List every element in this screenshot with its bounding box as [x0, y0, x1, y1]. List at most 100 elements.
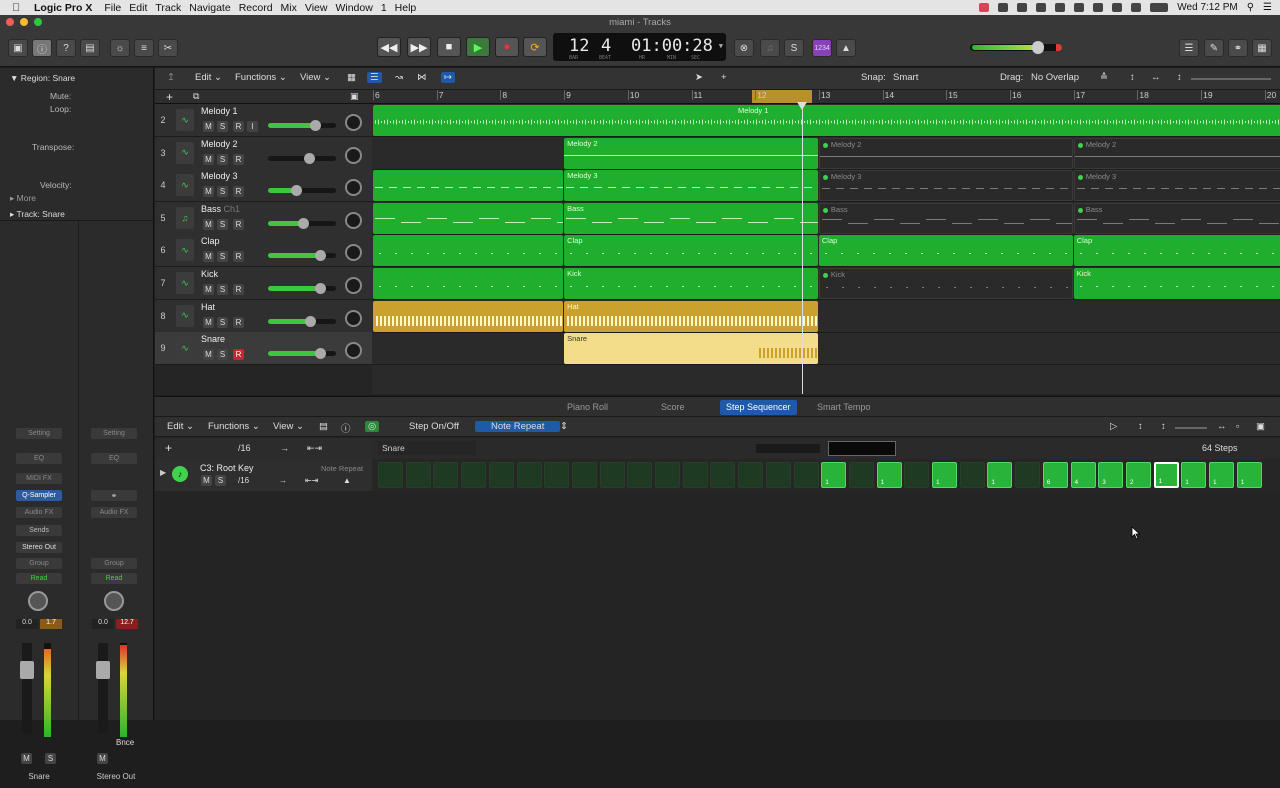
step-cell[interactable]	[433, 462, 459, 488]
track-volume-slider[interactable]	[268, 315, 336, 327]
menu-view[interactable]: View	[305, 2, 328, 14]
step-cell[interactable]: 1	[876, 462, 902, 488]
track-pan-knob[interactable]	[345, 114, 362, 131]
step-cell[interactable]	[405, 462, 431, 488]
lcd-display[interactable]: 12 4 01:00:28 BAR BEAT HR MIN SEC ▼	[553, 33, 726, 61]
row-mute-button[interactable]: M	[201, 475, 212, 486]
track-mute-button[interactable]: M	[203, 186, 214, 198]
region-melody2[interactable]: Melody 2	[818, 137, 1073, 169]
track-mute-button[interactable]: M	[203, 121, 214, 132]
track-pan-knob[interactable]	[345, 211, 362, 229]
step-cell[interactable]	[655, 462, 680, 488]
track-name[interactable]: Melody 2	[201, 139, 238, 149]
pattern-resolution[interactable]: /16	[238, 443, 251, 453]
region-melody1[interactable]: Melody 1	[373, 105, 1280, 136]
notification-center-icon[interactable]: ☰	[1263, 2, 1272, 13]
region-bass[interactable]: Bass	[564, 202, 818, 234]
mixer-icon[interactable]: ≡	[134, 39, 154, 57]
record-icon[interactable]: ●	[495, 37, 519, 57]
region-header[interactable]: ▼ Region: Snare	[10, 73, 75, 83]
track-record-button[interactable]: R	[233, 316, 244, 328]
step-cell[interactable]	[904, 462, 930, 488]
strip1-group-slot[interactable]: Group	[16, 558, 62, 569]
track-mute-button[interactable]: M	[203, 284, 214, 295]
step-onoff-mode[interactable]: Step On/Off	[401, 421, 467, 432]
bluetooth-icon[interactable]	[1074, 3, 1085, 12]
tab-smart-tempo[interactable]: Smart Tempo	[811, 400, 876, 415]
quick-help-icon[interactable]: ?	[56, 39, 76, 57]
menubar-clock[interactable]: Wed 7:12 PM	[1177, 2, 1237, 13]
pointer-tool-icon[interactable]: ➤	[695, 72, 703, 83]
flex-icon[interactable]: ⋈	[417, 72, 427, 83]
track-pan-knob[interactable]	[345, 342, 362, 360]
track-name[interactable]: Melody 3	[201, 171, 238, 181]
solo-icon[interactable]: S	[784, 39, 804, 57]
region[interactable]	[373, 170, 564, 202]
drag-select[interactable]: No Overlap	[1031, 72, 1079, 83]
row-disclosure-icon[interactable]: ▶	[160, 468, 166, 477]
step-cell[interactable]: 1	[932, 462, 957, 488]
fast-forward-icon[interactable]: ▶▶	[407, 37, 431, 57]
track-lane[interactable]: Bass Bass Bass	[372, 202, 1280, 235]
global-tracks-icon[interactable]: ▣	[350, 91, 359, 102]
step-cell[interactable]: 1	[1153, 462, 1179, 488]
stop-icon[interactable]: ■	[437, 37, 461, 57]
track-volume-slider[interactable]	[268, 152, 336, 164]
track-pan-knob[interactable]	[345, 179, 362, 197]
edit-mode-stepper-icon[interactable]: ⇕	[560, 421, 568, 432]
region-bass[interactable]: Bass	[818, 202, 1073, 234]
step-cell[interactable]	[1015, 462, 1041, 488]
strip2-mute-button[interactable]: M	[97, 753, 108, 764]
list-view-icon[interactable]: ☰	[367, 72, 382, 83]
step-cell[interactable]	[682, 462, 708, 488]
track-record-button[interactable]: R	[233, 218, 244, 230]
volume-icon[interactable]	[1131, 3, 1142, 12]
add-track-button[interactable]: +	[166, 90, 173, 104]
step-cell[interactable]: 6	[1042, 462, 1068, 488]
tracks-edit-menu[interactable]: Edit ⌄	[195, 72, 222, 83]
track-pan-knob[interactable]	[345, 277, 362, 294]
step-cell[interactable]	[793, 462, 819, 488]
region-melody2[interactable]: Melody 2	[564, 137, 818, 169]
editor-view-menu[interactable]: View ⌄	[273, 421, 304, 432]
status-dropbox-icon[interactable]	[1036, 3, 1047, 12]
track-record-button[interactable]: R	[233, 284, 244, 295]
strip2-eq-button[interactable]: EQ	[91, 453, 137, 464]
pencil-tool-icon[interactable]: +	[721, 72, 727, 83]
smart-controls-icon[interactable]: ☼	[110, 39, 130, 57]
replace-icon[interactable]: ⊗	[734, 39, 754, 57]
count-in-badge[interactable]: 1234	[812, 39, 832, 57]
master-volume-slider[interactable]	[970, 41, 1062, 54]
automation-icon[interactable]: ↝	[395, 72, 403, 83]
strip2-link-icon[interactable]: ⚭	[91, 490, 137, 501]
playhead[interactable]	[802, 104, 803, 394]
track-name[interactable]: Bass Ch1	[201, 204, 240, 214]
horizontal-zoom-fit-icon[interactable]: ↔	[1151, 72, 1161, 83]
tuner-icon[interactable]: ♫	[760, 39, 780, 57]
strip2-pan-knob[interactable]	[104, 591, 124, 611]
bar-ruler[interactable]: 6 7 8 9 10 11 12 13 14 15 16 17 18 19 20	[372, 90, 1280, 104]
strip1-eq-button[interactable]: EQ	[16, 453, 62, 464]
track-name[interactable]: Clap	[201, 236, 220, 246]
step-cell[interactable]	[765, 462, 791, 488]
region-hat[interactable]: Hat	[564, 300, 818, 332]
region[interactable]	[373, 235, 564, 267]
strip2-audio-fx-button[interactable]: Audio FX	[91, 507, 137, 518]
editor-functions-menu[interactable]: Functions ⌄	[208, 421, 260, 432]
strip1-sends-button[interactable]: Sends	[16, 525, 62, 536]
vertical-zoom-fit-icon[interactable]: ↕	[1130, 72, 1135, 83]
region-kick[interactable]: Kick	[818, 268, 1073, 299]
note-repeat-mode[interactable]: Note Repeat	[475, 421, 561, 432]
vertical-zoom-icon[interactable]: ↕	[1177, 72, 1182, 83]
editor-zoom-slider[interactable]	[1175, 427, 1207, 429]
strip1-mute-button[interactable]: M	[21, 753, 32, 764]
track-solo-button[interactable]: S	[217, 316, 228, 328]
strip1-audio-fx-button[interactable]: Audio FX	[16, 507, 62, 518]
row-on-icon[interactable]: ♪	[172, 466, 188, 482]
row-learn-icon[interactable]: ▲	[343, 476, 351, 485]
track-lane[interactable]: Melody 1	[372, 104, 1280, 137]
step-cell[interactable]	[738, 462, 764, 488]
step-cell[interactable]	[627, 462, 653, 488]
region-clap[interactable]: Clap	[818, 235, 1073, 267]
track-header[interactable]: 2 ∿ Melody 1 MSRI	[155, 104, 372, 137]
